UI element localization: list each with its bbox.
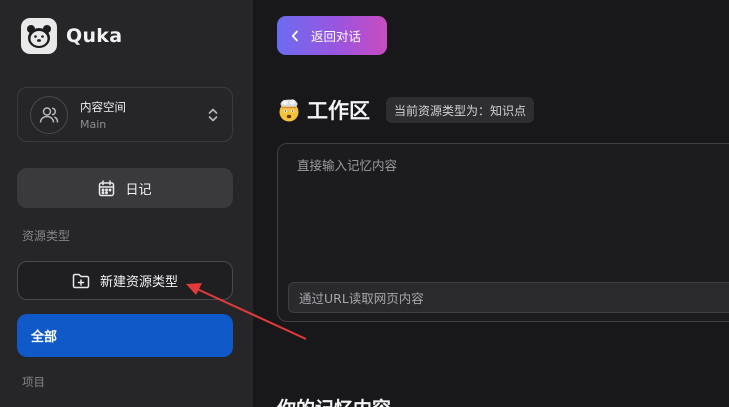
diary-button[interactable]: 日记 bbox=[17, 168, 233, 208]
resource-types-heading: 资源类型 bbox=[22, 229, 71, 243]
calendar-icon bbox=[98, 179, 115, 197]
chevron-up-down-icon[interactable] bbox=[206, 106, 220, 124]
new-resource-type-label: 新建资源类型 bbox=[99, 275, 178, 290]
sidebar: Quka 内容空间 Main 日记 资源类型 新建资源类型 全部 项目 bbox=[0, 0, 253, 407]
bear-logo-icon bbox=[21, 18, 57, 54]
editor-placeholder: 直接输入记忆内容 bbox=[297, 158, 398, 173]
main-content: 返回对话 工作区 当前资源类型为：知识点 直接输入记忆内容 通过URL读取网页内… bbox=[253, 0, 729, 407]
workspace-header: 工作区 当前资源类型为：知识点 bbox=[277, 95, 535, 125]
back-to-chat-button[interactable]: 返回对话 bbox=[277, 16, 387, 55]
folder-plus-icon bbox=[72, 273, 90, 289]
exploding-head-emoji-icon bbox=[277, 98, 301, 122]
memory-editor[interactable]: 直接输入记忆内容 通过URL读取网页内容 bbox=[277, 143, 729, 322]
chevron-left-icon bbox=[291, 30, 299, 42]
all-types-label: 全部 bbox=[31, 330, 58, 345]
app-logo[interactable]: Quka bbox=[21, 18, 122, 54]
all-types-button[interactable]: 全部 bbox=[17, 314, 233, 357]
url-input-placeholder: 通过URL读取网页内容 bbox=[299, 291, 424, 306]
users-icon bbox=[30, 95, 68, 134]
projects-heading: 项目 bbox=[22, 375, 45, 389]
workspace-title: 工作区 bbox=[307, 99, 370, 123]
space-title: 内容空间 bbox=[80, 99, 126, 114]
resource-type-badge: 当前资源类型为：知识点 bbox=[386, 97, 535, 123]
back-to-chat-label: 返回对话 bbox=[311, 29, 362, 44]
new-resource-type-button[interactable]: 新建资源类型 bbox=[17, 261, 233, 300]
diary-label: 日记 bbox=[125, 182, 152, 198]
space-subtitle: Main bbox=[80, 117, 107, 131]
url-input[interactable]: 通过URL读取网页内容 bbox=[288, 282, 729, 313]
memory-section-title: 你的记忆内容 bbox=[277, 394, 391, 407]
space-selector[interactable]: 内容空间 Main bbox=[17, 87, 233, 142]
app-name: Quka bbox=[66, 25, 123, 47]
